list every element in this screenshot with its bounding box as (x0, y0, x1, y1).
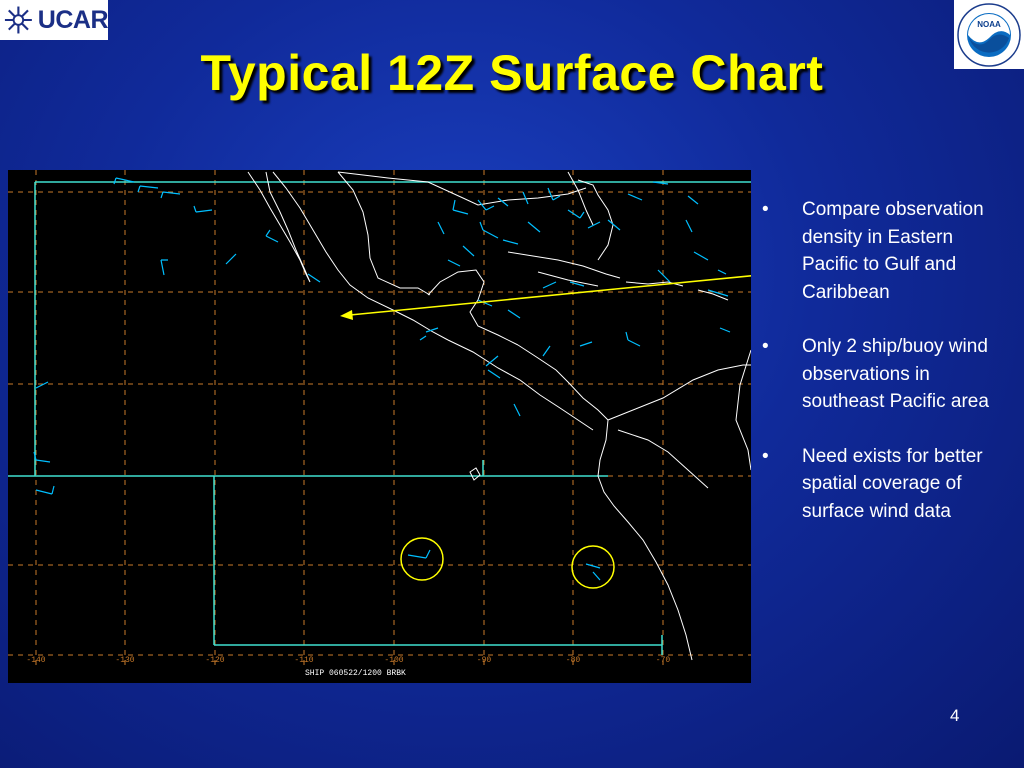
highlight-circles (400, 537, 615, 589)
lon-label: -70 (656, 656, 671, 665)
bullet-marker: • (762, 445, 769, 467)
bullet-item: • Need exists for better spatial coverag… (760, 443, 1010, 526)
lon-label: -110 (294, 656, 313, 665)
lon-label: -130 (115, 656, 134, 665)
bullet-item: • Only 2 ship/buoy wind observations in … (760, 333, 1010, 416)
page-number: 4 (950, 706, 960, 725)
map-grid (8, 170, 751, 670)
bullet-text: Compare observation density in Eastern P… (802, 199, 984, 303)
bullet-marker: • (762, 199, 769, 220)
pointer-arrow (340, 275, 751, 320)
bullet-list: • Compare observation density in Eastern… (760, 196, 1010, 552)
surface-chart-map: -140 -130 -120 -110 -100 -90 -80 -70 SHI… (8, 170, 751, 683)
highlight-circle-ship (400, 537, 444, 581)
lon-label: -90 (477, 656, 492, 665)
lon-label: -140 (26, 656, 45, 665)
bullet-text: Need exists for better spatial coverage … (802, 445, 983, 522)
region-boundaries (8, 181, 751, 655)
bullet-text: Only 2 ship/buoy wind observations in so… (802, 336, 989, 412)
coastlines (247, 171, 751, 661)
lon-label: -100 (384, 656, 403, 665)
bullet-item: • Compare observation density in Eastern… (760, 196, 1010, 306)
ucar-logo: UCAR (0, 0, 109, 40)
noaa-logo-text: NOAA (977, 20, 1001, 29)
bullet-marker: • (762, 336, 769, 357)
map-footer-label: SHIP 060522/1200 BRBK (305, 669, 406, 678)
ucar-logo-text: UCAR (37, 5, 109, 34)
longitude-labels: -140 -130 -120 -110 -100 -90 -80 -70 (26, 656, 670, 665)
slide-title: Typical 12Z Surface Chart (200, 45, 824, 101)
lon-label: -80 (566, 656, 581, 665)
lon-label: -120 (205, 656, 224, 665)
ucar-star-icon (4, 6, 32, 34)
highlight-circle-buoy (571, 545, 615, 589)
